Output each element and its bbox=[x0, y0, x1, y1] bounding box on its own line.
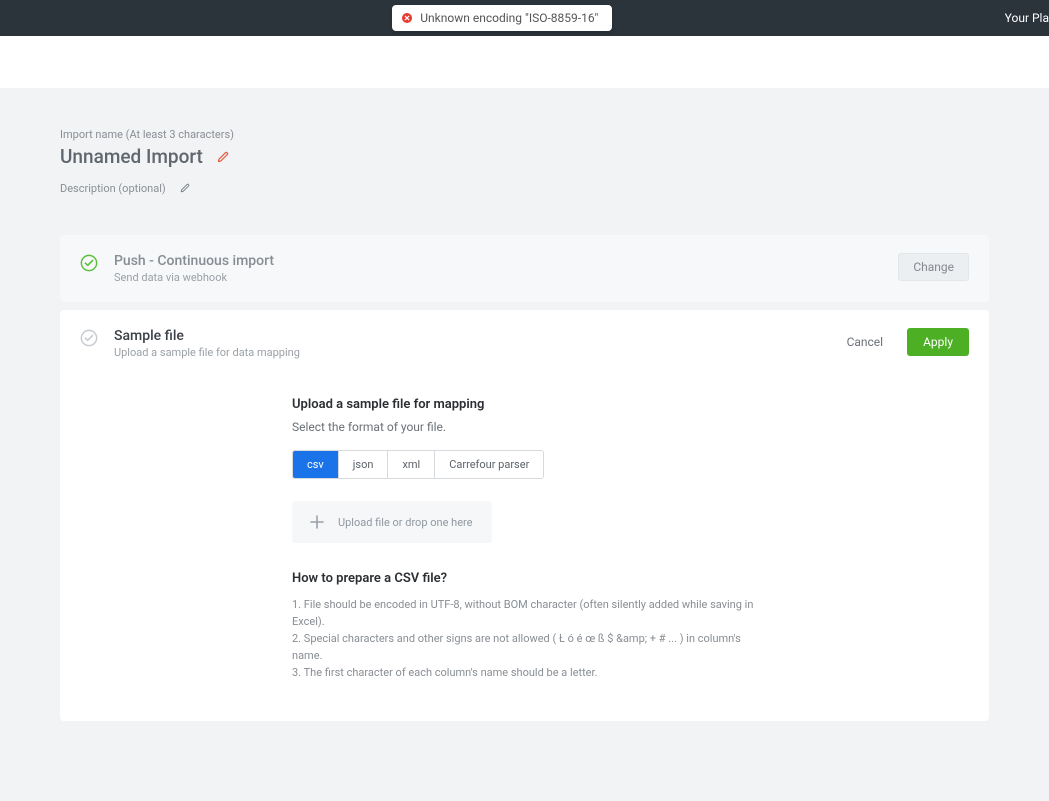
howto-item-3: 3. The first character of each column's … bbox=[292, 664, 757, 681]
sample-card: Sample file Upload a sample file for dat… bbox=[60, 310, 989, 721]
push-card-title: Push - Continuous import bbox=[114, 253, 898, 269]
upload-section: Upload a sample file for mapping Select … bbox=[292, 397, 757, 681]
push-card-header: Push - Continuous import Send data via w… bbox=[60, 235, 989, 302]
sample-card-body: Upload a sample file for mapping Select … bbox=[60, 377, 989, 721]
sample-card-subtitle: Upload a sample file for data mapping bbox=[114, 346, 833, 359]
import-name-label: Import name (At least 3 characters) bbox=[60, 128, 989, 141]
upload-dropzone-text: Upload file or drop one here bbox=[338, 516, 473, 529]
sample-card-actions: Cancel Apply bbox=[833, 328, 969, 356]
upload-subtext: Select the format of your file. bbox=[292, 420, 757, 434]
page-content: Import name (At least 3 characters) Unna… bbox=[0, 88, 1049, 769]
sample-card-titles: Sample file Upload a sample file for dat… bbox=[114, 328, 833, 359]
tab-carrefour[interactable]: Carrefour parser bbox=[435, 451, 543, 478]
edit-name-icon[interactable] bbox=[217, 151, 229, 163]
cancel-button[interactable]: Cancel bbox=[833, 329, 898, 355]
change-button[interactable]: Change bbox=[898, 253, 969, 281]
push-card-subtitle: Send data via webhook bbox=[114, 271, 898, 284]
plus-icon bbox=[310, 515, 324, 529]
encoding-alert: Unknown encoding "ISO-8859-16" bbox=[392, 5, 612, 31]
import-name-row: Unnamed Import bbox=[60, 145, 989, 168]
import-desc-label: Description (optional) bbox=[60, 182, 166, 195]
import-desc-row: Description (optional) bbox=[60, 182, 989, 195]
push-card-actions: Change bbox=[898, 253, 969, 281]
apply-button[interactable]: Apply bbox=[907, 328, 969, 356]
sub-header bbox=[0, 36, 1049, 88]
check-circle-outline-icon bbox=[80, 329, 98, 347]
top-bar: Unknown encoding "ISO-8859-16" Your Pla bbox=[0, 0, 1049, 36]
format-tabs: csv json xml Carrefour parser bbox=[292, 450, 544, 479]
upload-heading: Upload a sample file for mapping bbox=[292, 397, 757, 412]
alert-container: Unknown encoding "ISO-8859-16" bbox=[0, 5, 1005, 31]
howto-item-2: 2. Special characters and other signs ar… bbox=[292, 630, 757, 664]
import-meta: Import name (At least 3 characters) Unna… bbox=[60, 128, 989, 195]
howto-list: 1. File should be encoded in UTF-8, with… bbox=[292, 596, 757, 681]
alert-text: Unknown encoding "ISO-8859-16" bbox=[420, 11, 598, 25]
push-card-titles: Push - Continuous import Send data via w… bbox=[114, 253, 898, 284]
tab-json[interactable]: json bbox=[339, 451, 389, 478]
error-icon bbox=[402, 13, 412, 23]
tab-csv[interactable]: csv bbox=[293, 451, 339, 478]
push-card: Push - Continuous import Send data via w… bbox=[60, 235, 989, 302]
plan-label[interactable]: Your Pla bbox=[1005, 11, 1049, 25]
upload-dropzone[interactable]: Upload file or drop one here bbox=[292, 501, 492, 543]
howto-item-1: 1. File should be encoded in UTF-8, with… bbox=[292, 596, 757, 630]
tab-xml[interactable]: xml bbox=[388, 451, 435, 478]
edit-desc-icon[interactable] bbox=[180, 183, 192, 195]
check-circle-icon bbox=[80, 254, 98, 272]
sample-card-header: Sample file Upload a sample file for dat… bbox=[60, 310, 989, 377]
import-name-value: Unnamed Import bbox=[60, 145, 203, 168]
sample-card-title: Sample file bbox=[114, 328, 833, 344]
howto-title: How to prepare a CSV file? bbox=[292, 571, 757, 586]
